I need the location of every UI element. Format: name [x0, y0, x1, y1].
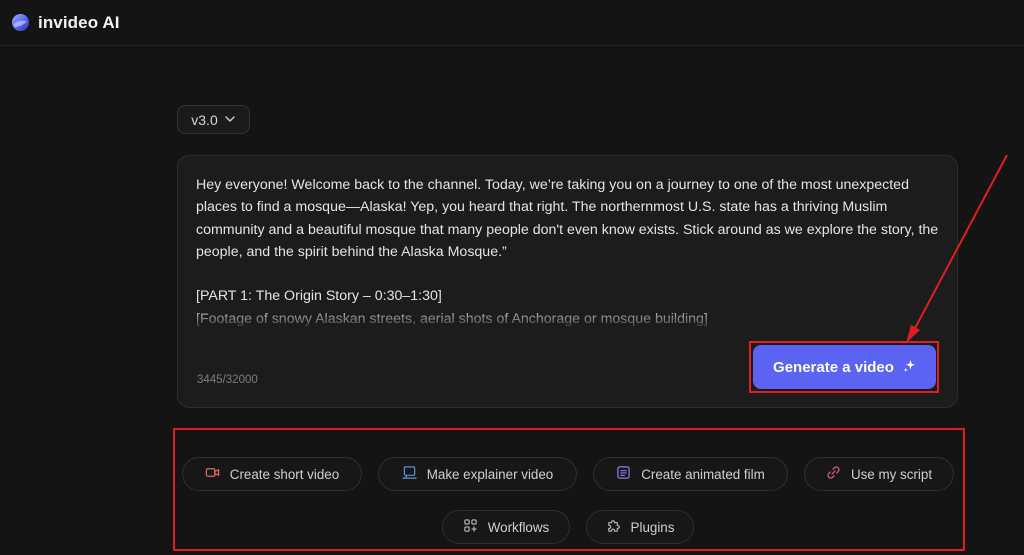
sparkle-icon	[903, 359, 916, 376]
top-bar: invideo AI	[0, 0, 1024, 46]
workflows-button[interactable]: Workflows	[442, 510, 570, 544]
grid-plus-icon	[463, 518, 478, 536]
make-explainer-video-button[interactable]: Make explainer video	[378, 457, 577, 491]
screen-icon	[402, 465, 417, 483]
plugins-button[interactable]: Plugins	[586, 510, 694, 544]
use-my-script-button[interactable]: Use my script	[804, 457, 954, 491]
invideo-logo-icon[interactable]	[11, 13, 30, 32]
link-icon	[826, 465, 841, 483]
character-count: 3445/32000	[197, 374, 258, 386]
brand-name[interactable]: invideo AI	[38, 13, 120, 33]
chip-label: Make explainer video	[426, 466, 554, 482]
chip-label: Create short video	[229, 466, 340, 482]
puzzle-icon	[606, 518, 621, 536]
list-document-icon	[616, 465, 631, 483]
generate-button-label: Generate a video	[773, 358, 894, 376]
create-short-video-button[interactable]: Create short video	[182, 457, 362, 491]
chip-label: Plugins	[630, 519, 675, 535]
chevron-down-icon	[224, 112, 236, 128]
version-value: v3.0	[191, 111, 218, 128]
chip-label: Workflows	[487, 519, 550, 535]
prompt-textarea[interactable]: Hey everyone! Welcome back to the channe…	[196, 174, 942, 326]
video-camera-icon	[205, 465, 220, 483]
chip-label: Create animated film	[641, 466, 765, 482]
chip-label: Use my script	[850, 466, 933, 482]
version-selector[interactable]: v3.0	[177, 105, 250, 134]
generate-video-button[interactable]: Generate a video	[753, 345, 936, 389]
create-animated-film-button[interactable]: Create animated film	[593, 457, 788, 491]
